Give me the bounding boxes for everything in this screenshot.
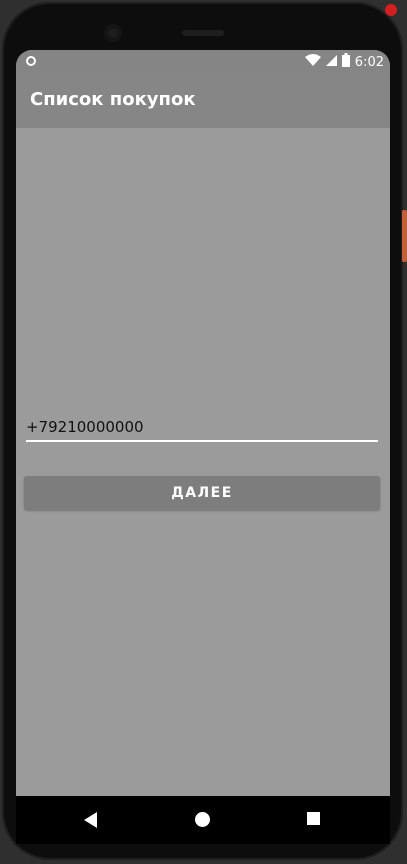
- status-right-group: 6:02: [304, 53, 384, 73]
- battery-icon: [341, 53, 350, 73]
- device-frame: 6:02 Список покупок +79210000000 ДАЛЕЕ: [0, 0, 407, 864]
- earpiece-speaker: [182, 30, 224, 36]
- signal-icon: [325, 54, 337, 72]
- system-navigation-bar: [16, 796, 390, 844]
- emulator-indicator-icon: [385, 4, 397, 16]
- wifi-icon: [304, 53, 321, 73]
- recents-icon[interactable]: [307, 812, 320, 825]
- status-bar: 6:02: [16, 50, 390, 74]
- back-icon[interactable]: [84, 812, 97, 828]
- next-button[interactable]: ДАЛЕЕ: [24, 476, 380, 510]
- side-power-button: [402, 210, 407, 262]
- app-bar: Список покупок: [16, 74, 390, 128]
- phone-input-value[interactable]: +79210000000: [26, 418, 144, 436]
- home-icon[interactable]: [195, 812, 210, 827]
- front-camera-icon: [104, 24, 122, 42]
- status-time: 6:02: [354, 55, 384, 70]
- phone-input[interactable]: +79210000000: [26, 416, 378, 442]
- app-screen: 6:02 Список покупок +79210000000 ДАЛЕЕ: [16, 50, 390, 796]
- page-title: Список покупок: [30, 89, 196, 110]
- notification-circle-icon: [26, 56, 36, 66]
